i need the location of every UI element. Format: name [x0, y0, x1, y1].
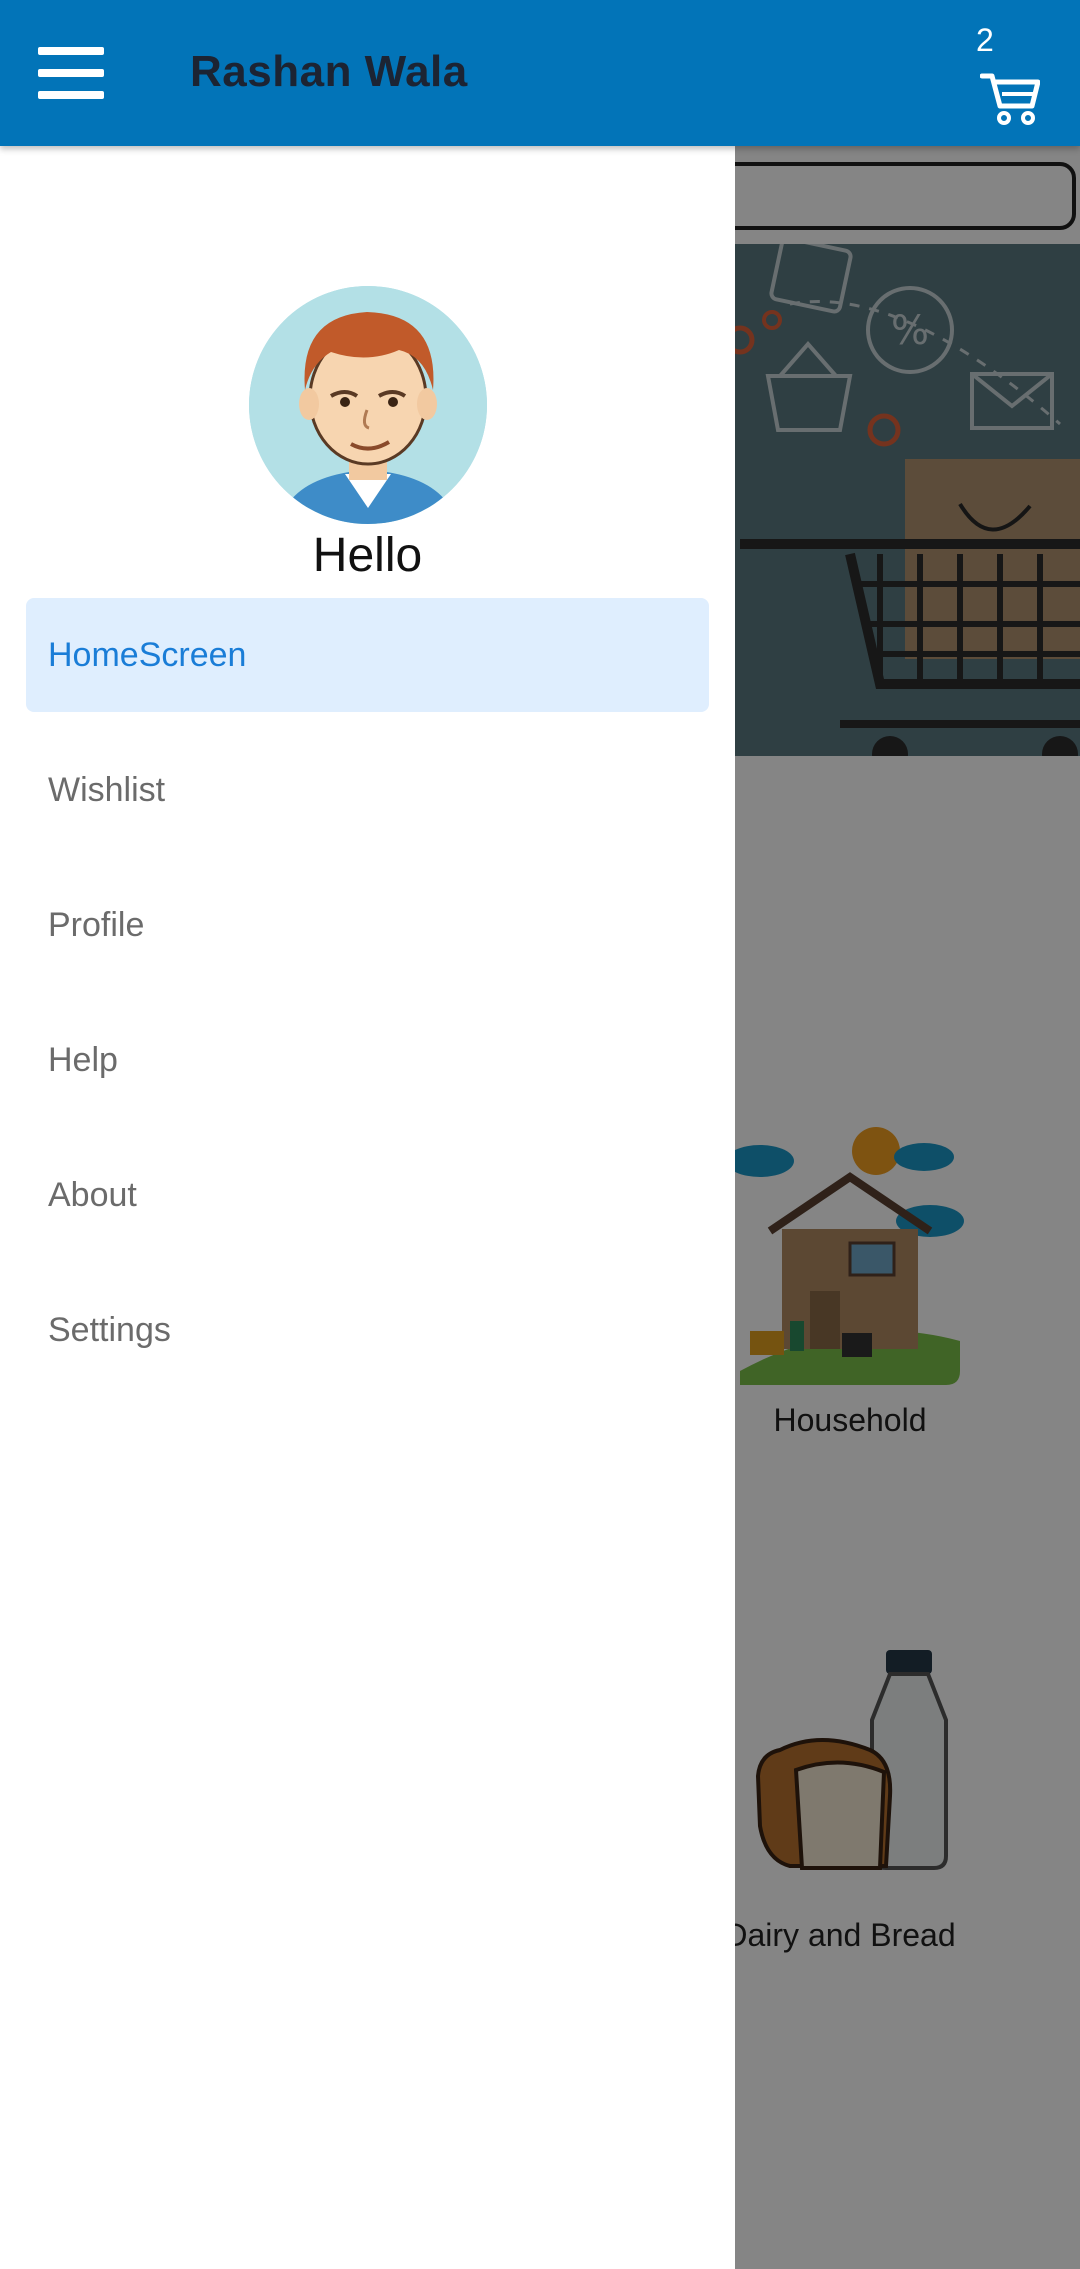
drawer-item-label: Settings — [48, 1310, 171, 1349]
drawer-item-label: HomeScreen — [48, 635, 247, 674]
drawer-item-help[interactable]: Help — [26, 1003, 709, 1117]
greeting-text: Hello — [312, 529, 423, 582]
drawer-item-label: About — [48, 1175, 137, 1214]
cart-count-badge: 2 — [976, 22, 994, 58]
drawer-item-label: Help — [48, 1040, 118, 1079]
drawer-item-about[interactable]: About — [26, 1138, 709, 1252]
app-header: Rashan Wala 2 — [0, 0, 1080, 146]
drawer-item-wishlist[interactable]: Wishlist — [26, 733, 709, 847]
drawer-menu: HomeScreen Wishlist Profile Help About S… — [26, 598, 709, 1408]
user-avatar-icon — [249, 286, 487, 524]
drawer-item-settings[interactable]: Settings — [26, 1273, 709, 1387]
user-avatar — [249, 286, 487, 524]
hamburger-menu-icon[interactable] — [38, 47, 104, 99]
cart-icon[interactable] — [980, 70, 1040, 126]
drawer-item-label: Wishlist — [48, 770, 166, 809]
drawer-item-label: Profile — [48, 905, 145, 944]
navigation-drawer: Hello HomeScreen Wishlist Profile Help A… — [0, 146, 735, 2269]
drawer-item-homescreen[interactable]: HomeScreen — [26, 598, 709, 712]
drawer-item-profile[interactable]: Profile — [26, 868, 709, 982]
app-title: Rashan Wala — [190, 47, 468, 96]
